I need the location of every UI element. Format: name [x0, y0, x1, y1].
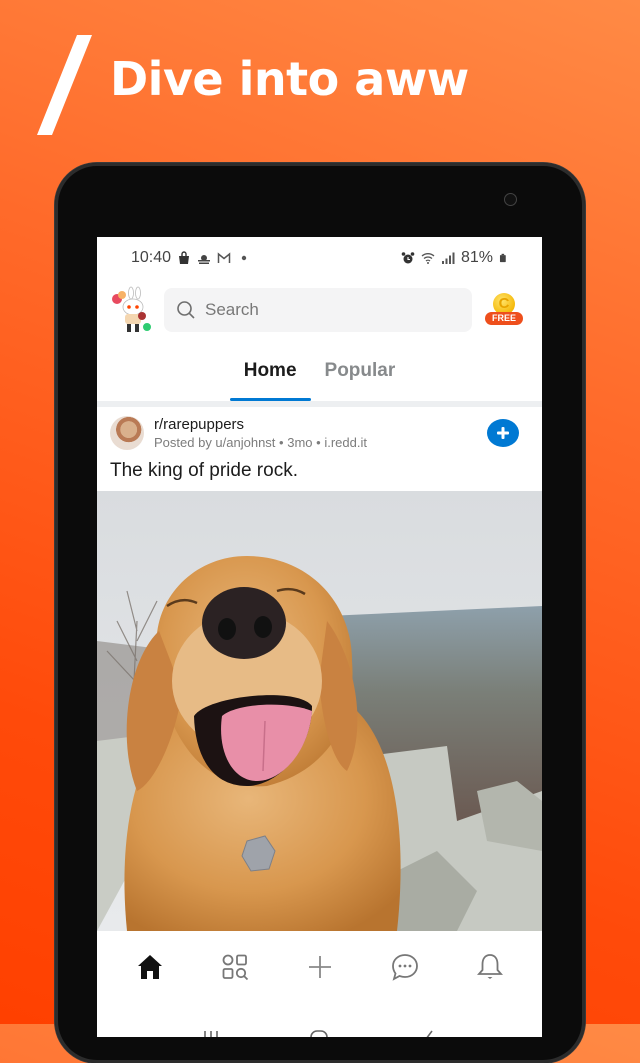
post-title[interactable]: The king of pride rock.: [97, 450, 542, 492]
post-age: 3mo: [287, 435, 313, 450]
signal-icon: [441, 252, 455, 264]
dog-photo: [97, 491, 542, 931]
bottom-navigation: [97, 935, 542, 999]
online-status-dot: [142, 322, 152, 332]
nav-discover[interactable]: [213, 945, 257, 989]
post-header: r/rarepuppers Posted by u/anjohnst • 3mo…: [97, 407, 542, 450]
nav-notifications[interactable]: [468, 945, 512, 989]
promo-headline: Dive into aww: [110, 52, 469, 106]
shopping-bag-icon: [179, 251, 190, 264]
home-icon: [137, 955, 162, 979]
status-bar: 10:40 81%: [97, 237, 542, 279]
tab-popular[interactable]: Popular: [311, 341, 410, 401]
user-avatar[interactable]: [109, 285, 152, 335]
separator: •: [279, 435, 284, 450]
post-domain[interactable]: i.redd.it: [324, 435, 367, 450]
nav-chat[interactable]: [383, 945, 427, 989]
search-placeholder: Search: [205, 300, 259, 319]
app-screen: 10:40 81% Search C FREE Home Popular r/r…: [97, 237, 542, 1037]
clock: 10:40: [131, 249, 172, 266]
post-author[interactable]: Posted by u/anjohnst: [154, 435, 275, 450]
nav-home[interactable]: [128, 945, 172, 989]
subreddit-avatar[interactable]: [110, 416, 144, 450]
system-navigation-bar: [97, 999, 542, 1037]
free-badge: FREE: [485, 312, 523, 325]
gmail-icon: [217, 252, 231, 263]
alarm-icon: [401, 252, 415, 264]
recent-apps-icon[interactable]: [199, 1029, 223, 1037]
free-coins-button[interactable]: C FREE: [480, 285, 530, 335]
feed-tabs: Home Popular: [97, 341, 542, 401]
bell-icon: [476, 954, 503, 979]
home-button-icon[interactable]: [307, 1029, 331, 1037]
post-info: Posted by u/anjohnst • 3mo • i.redd.it: [154, 435, 487, 450]
battery-icon: [499, 253, 506, 263]
join-subreddit-button[interactable]: [487, 419, 519, 447]
front-camera: [504, 193, 517, 206]
separator: •: [316, 435, 321, 450]
dot-icon: [241, 255, 247, 261]
nav-create[interactable]: [298, 945, 342, 989]
wifi-icon: [421, 253, 435, 264]
plus-icon: [497, 427, 509, 439]
search-icon: [177, 301, 195, 319]
search-input[interactable]: Search: [164, 288, 472, 332]
weather-icon: [198, 255, 211, 264]
slash-graphic: [37, 35, 92, 135]
subreddit-name[interactable]: r/rarepuppers: [154, 416, 487, 433]
chat-icon: [391, 954, 418, 981]
tab-home[interactable]: Home: [229, 341, 311, 401]
discover-grid-icon: [222, 954, 248, 981]
battery-percent: 81%: [460, 249, 493, 266]
post-image[interactable]: [97, 491, 542, 931]
post-card[interactable]: r/rarepuppers Posted by u/anjohnst • 3mo…: [97, 407, 542, 931]
app-bar: Search C FREE: [97, 279, 542, 341]
back-button-icon[interactable]: [416, 1029, 440, 1037]
plus-icon: [308, 956, 331, 978]
